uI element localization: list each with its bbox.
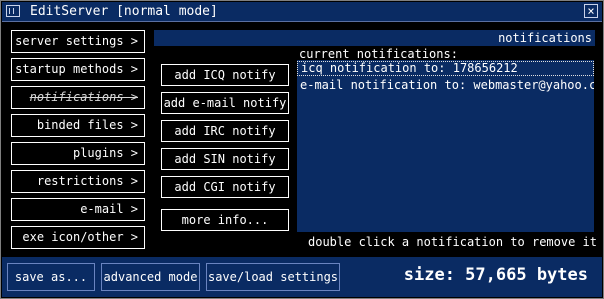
notifications-list-label: current notifications: — [299, 47, 458, 61]
list-item[interactable]: e-mail notification to: webmaster@yahoo.… — [297, 78, 594, 93]
sidebar-item-label: startup methods > — [15, 62, 138, 76]
sidebar-item-restrictions[interactable]: restrictions > — [11, 170, 145, 193]
sidebar-item-server-settings[interactable]: server settings > — [11, 30, 145, 53]
bottom-bar: save as... advanced mode save/load setti… — [2, 257, 602, 297]
add-irc-notify-button[interactable]: add IRC notify — [161, 120, 289, 142]
sidebar-item-binded-files[interactable]: binded files > — [11, 114, 145, 137]
save-as-button[interactable]: save as... — [7, 263, 95, 291]
list-item[interactable]: icq notification to: 178656212 — [297, 61, 594, 76]
sidebar-item-label: e-mail > — [80, 202, 138, 216]
sidebar-item-email[interactable]: e-mail > — [11, 198, 145, 221]
add-sin-notify-button[interactable]: add SIN notify — [161, 148, 289, 170]
window-title: EditServer [normal mode] — [30, 4, 218, 19]
sidebar-item-label: notifications > — [29, 90, 138, 104]
sidebar-item-label: restrictions > — [36, 174, 138, 188]
notifications-list[interactable]: icq notification to: 178656212 e-mail no… — [297, 60, 594, 232]
add-cgi-notify-button[interactable]: add CGI notify — [161, 176, 289, 198]
add-email-notify-button[interactable]: add e-mail notify — [161, 92, 289, 114]
sidebar-item-label: server settings > — [15, 34, 138, 48]
close-button[interactable]: × — [584, 4, 598, 18]
add-icq-notify-button[interactable]: add ICQ notify — [161, 64, 289, 86]
sidebar-item-notifications[interactable]: notifications > — [11, 86, 145, 109]
advanced-mode-button[interactable]: advanced mode — [101, 263, 200, 291]
panel-header: notifications — [154, 30, 595, 46]
more-info-button[interactable]: more info... — [161, 209, 289, 231]
remove-hint: double click a notification to remove it — [308, 235, 597, 249]
editserver-window: EditServer [normal mode] × server settin… — [0, 0, 604, 299]
save-load-settings-button[interactable]: save/load settings — [206, 263, 340, 291]
sidebar-item-plugins[interactable]: plugins > — [11, 142, 145, 165]
sidebar-item-exe-icon-other[interactable]: exe icon/other > — [11, 226, 145, 249]
sidebar-item-label: binded files > — [36, 118, 138, 132]
sidebar-item-label: exe icon/other > — [22, 230, 138, 244]
file-size-readout: size: 57,665 bytes — [403, 265, 588, 285]
sidebar-item-label: plugins > — [72, 146, 138, 160]
sidebar-item-startup-methods[interactable]: startup methods > — [11, 58, 145, 81]
title-bar[interactable]: EditServer [normal mode] × — [2, 2, 602, 22]
window-menu-icon[interactable] — [6, 5, 20, 17]
